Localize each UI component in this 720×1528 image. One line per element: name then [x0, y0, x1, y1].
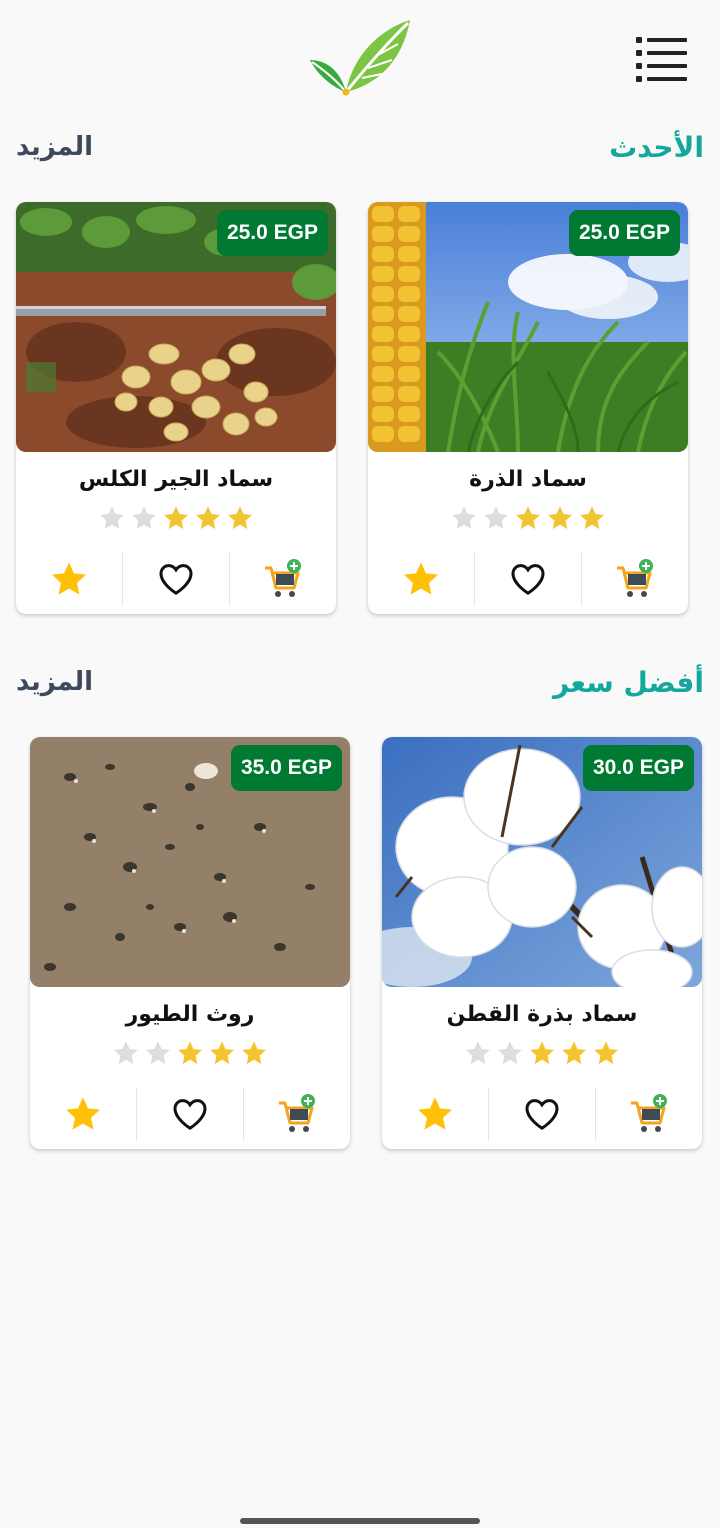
star-filled-icon — [594, 1041, 618, 1064]
heart-outline-icon — [173, 1099, 207, 1130]
product-card[interactable]: 25.0 EGP سماد الذرة — [368, 202, 688, 614]
cart-add-icon — [265, 559, 301, 597]
star-filled-icon — [242, 1041, 266, 1064]
star-icon — [52, 562, 86, 595]
card-actions — [16, 552, 336, 606]
star-empty-icon — [452, 506, 476, 529]
star-filled-icon — [516, 506, 540, 529]
favorite-button[interactable] — [122, 552, 229, 606]
star-filled-icon — [164, 506, 188, 529]
rate-star-button[interactable] — [382, 1087, 488, 1141]
cart-add-icon — [279, 1094, 315, 1132]
star-empty-icon — [100, 506, 124, 529]
price-badge: 25.0 EGP — [568, 210, 680, 256]
card-actions — [382, 1087, 702, 1141]
rate-star-button[interactable] — [16, 552, 122, 606]
product-name: سماد الجير الكلس — [78, 467, 274, 492]
price-badge: 30.0 EGP — [582, 745, 694, 791]
star-icon — [66, 1097, 100, 1130]
star-filled-icon — [530, 1041, 554, 1064]
cart-add-icon — [631, 1094, 667, 1132]
menu-list-icon[interactable] — [634, 34, 690, 86]
star-empty-icon — [146, 1041, 170, 1064]
star-icon — [418, 1097, 452, 1130]
price-badge: 25.0 EGP — [216, 210, 328, 256]
star-rating — [30, 1039, 350, 1071]
star-filled-icon — [228, 506, 252, 529]
rate-star-button[interactable] — [30, 1087, 136, 1141]
star-empty-icon — [466, 1041, 490, 1064]
add-to-cart-button[interactable] — [595, 1087, 702, 1141]
poultry-manure-image[interactable]: 35.0 EGP — [30, 737, 350, 987]
star-rating — [382, 1039, 702, 1071]
favorite-button[interactable] — [474, 552, 581, 606]
heart-outline-icon — [525, 1099, 559, 1130]
product-name: روث الطيور — [125, 1002, 255, 1027]
star-filled-icon — [178, 1041, 202, 1064]
add-to-cart-button[interactable] — [581, 552, 688, 606]
section-header-best-price: المزيد أفضل سعر — [16, 660, 704, 704]
home-indicator[interactable] — [240, 1518, 480, 1524]
card-actions — [30, 1087, 350, 1141]
see-more-link[interactable]: المزيد — [16, 667, 93, 697]
star-filled-icon — [548, 506, 572, 529]
rate-star-button[interactable] — [368, 552, 474, 606]
star-icon — [404, 562, 438, 595]
heart-outline-icon — [159, 564, 193, 595]
top-bar — [0, 0, 720, 110]
card-actions — [368, 552, 688, 606]
star-filled-icon — [210, 1041, 234, 1064]
cotton-boll-image[interactable]: 30.0 EGP — [382, 737, 702, 987]
see-more-link[interactable]: المزيد — [16, 132, 93, 162]
star-empty-icon — [484, 506, 508, 529]
section-title: الأحدث — [609, 130, 704, 164]
product-card[interactable]: 30.0 EGP سماد بذرة القطن — [382, 737, 702, 1149]
potato-soil-image[interactable]: 25.0 EGP — [16, 202, 336, 452]
add-to-cart-button[interactable] — [229, 552, 336, 606]
star-filled-icon — [562, 1041, 586, 1064]
product-card[interactable]: 25.0 EGP سماد الجير الكلس — [16, 202, 336, 614]
favorite-button[interactable] — [136, 1087, 243, 1141]
heart-outline-icon — [511, 564, 545, 595]
section-title: أفضل سعر — [552, 665, 704, 699]
star-empty-icon — [498, 1041, 522, 1064]
price-badge: 35.0 EGP — [230, 745, 342, 791]
product-name: سماد بذرة القطن — [446, 1002, 638, 1027]
star-empty-icon — [114, 1041, 138, 1064]
star-rating — [368, 504, 688, 536]
leaf-logo-icon — [308, 18, 412, 98]
star-rating — [16, 504, 336, 536]
favorite-button[interactable] — [488, 1087, 595, 1141]
star-filled-icon — [196, 506, 220, 529]
corn-field-image[interactable]: 25.0 EGP — [368, 202, 688, 452]
product-card[interactable]: 35.0 EGP روث الطيور — [30, 737, 350, 1149]
star-filled-icon — [580, 506, 604, 529]
product-name: سماد الذرة — [469, 467, 587, 492]
cart-add-icon — [617, 559, 653, 597]
section-header-latest: المزيد الأحدث — [16, 125, 704, 169]
star-empty-icon — [132, 506, 156, 529]
add-to-cart-button[interactable] — [243, 1087, 350, 1141]
